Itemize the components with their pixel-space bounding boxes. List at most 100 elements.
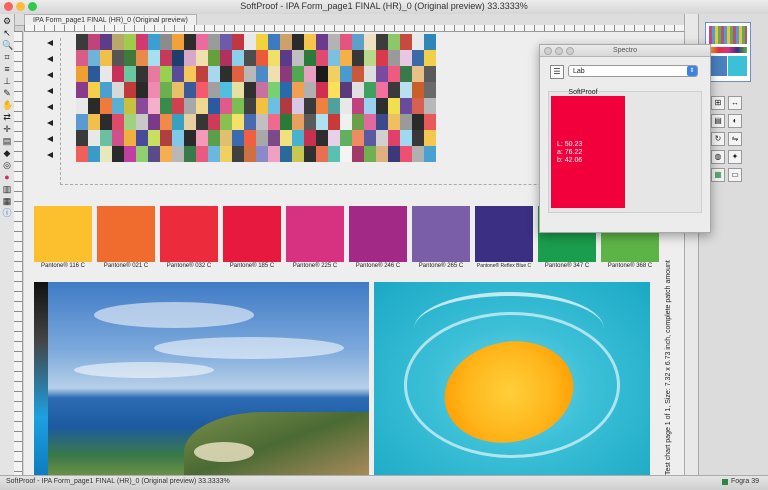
horizontal-ruler[interactable] — [24, 25, 684, 32]
color-mode-select[interactable]: Lab ⇕ — [568, 65, 698, 77]
color-patch — [352, 82, 364, 98]
color-patch — [88, 146, 100, 162]
color-patch — [328, 50, 340, 66]
color-patch — [376, 98, 388, 114]
green-grid-icon[interactable]: ▦ — [711, 168, 725, 182]
page-tool-icon[interactable]: ▤ — [2, 136, 12, 146]
profile-indicator[interactable]: Fogra 39 — [722, 478, 759, 485]
color-patch — [244, 98, 256, 114]
test-chart-text: Test chart page 1 of 1, Size: 7.32 x 6.7… — [665, 260, 672, 475]
color-patch — [376, 50, 388, 66]
color-patch — [196, 82, 208, 98]
move-tool-icon[interactable]: ✛ — [2, 124, 12, 134]
color-patch — [256, 146, 268, 162]
color-patch — [220, 114, 232, 130]
color-wheel-icon[interactable]: ● — [2, 172, 12, 182]
info-icon[interactable]: ⓘ — [2, 208, 12, 218]
transform-tool-icon[interactable]: ⇄ — [2, 112, 12, 122]
target-tool-icon[interactable]: ◎ — [2, 160, 12, 170]
color-patch — [112, 50, 124, 66]
list-view-button[interactable]: ☰ — [550, 65, 564, 79]
pantone-swatch: Pantone® 185 C — [223, 206, 281, 274]
chevron-updown-icon: ⇕ — [687, 66, 697, 76]
measure-tool-icon[interactable]: ⊥ — [2, 76, 12, 86]
row-marker-icon — [47, 136, 53, 142]
color-patch — [232, 130, 244, 146]
settings-icon[interactable]: ⚙ — [2, 16, 12, 26]
page-thumbnail[interactable] — [705, 22, 751, 82]
spectro-maximize-button[interactable] — [566, 47, 574, 55]
color-patch — [304, 146, 316, 162]
color-patch — [400, 146, 412, 162]
color-patch — [76, 114, 88, 130]
palette-icon[interactable]: ◐ — [728, 114, 742, 128]
settings-small-icon[interactable]: ✦ — [728, 150, 742, 164]
window-icon[interactable]: ▭ — [728, 168, 742, 182]
grid-icon[interactable]: ⊞ — [711, 96, 725, 110]
arrow-tool-icon[interactable]: ↖ — [2, 28, 12, 38]
pantone-color — [475, 206, 533, 262]
bucket-tool-icon[interactable]: ◆ — [2, 148, 12, 158]
color-patch — [232, 66, 244, 82]
color-patch — [292, 114, 304, 130]
crop-tool-icon[interactable]: ⌗ — [2, 52, 12, 62]
color-patch — [340, 82, 352, 98]
color-patch — [388, 82, 400, 98]
list-tool-icon[interactable]: ≡ — [2, 64, 12, 74]
color-patch — [268, 50, 280, 66]
pantone-label: Pantone® 265 C — [418, 263, 464, 269]
color-patch — [400, 114, 412, 130]
chart-icon[interactable]: ▦ — [2, 196, 12, 206]
booklet-icon[interactable]: ▥ — [2, 184, 12, 194]
color-patch — [352, 98, 364, 114]
color-patch — [244, 82, 256, 98]
pantone-swatch: Pantone® 116 C — [34, 206, 92, 274]
spectro-titlebar[interactable]: Spectro — [540, 45, 710, 57]
color-patch — [268, 34, 280, 50]
color-patch — [364, 146, 376, 162]
color-patch — [340, 114, 352, 130]
color-patch — [304, 98, 316, 114]
color-patch — [100, 82, 112, 98]
color-patch — [160, 130, 172, 146]
globe-icon[interactable]: ◍ — [711, 150, 725, 164]
color-patch — [400, 34, 412, 50]
window-titlebar[interactable]: SoftProof - IPA Form_page1 FINAL (HR)_0 … — [0, 0, 768, 15]
color-patch — [280, 50, 292, 66]
zoom-tool-icon[interactable]: 🔍 — [2, 40, 13, 50]
color-patch — [196, 50, 208, 66]
color-patch — [256, 82, 268, 98]
color-patch — [196, 114, 208, 130]
color-patch — [208, 82, 220, 98]
spectro-minimize-button[interactable] — [555, 47, 563, 55]
vertical-ruler[interactable] — [14, 31, 23, 475]
color-patch — [208, 146, 220, 162]
dropper-tool-icon[interactable]: ✎ — [2, 88, 12, 98]
spectro-window[interactable]: Spectro ☰ Lab ⇕ SoftProof L: 50.23 a: 76… — [539, 44, 711, 233]
color-patch — [76, 50, 88, 66]
status-text: SoftProof - IPA Form_page1 FINAL (HR)_0 … — [6, 478, 230, 485]
color-patch — [412, 130, 424, 146]
color-patch — [412, 146, 424, 162]
rotate-icon[interactable]: ↻ — [711, 132, 725, 146]
color-patch — [76, 98, 88, 114]
color-patch — [232, 34, 244, 50]
color-patch — [208, 50, 220, 66]
layers-icon[interactable]: ▤ — [711, 114, 725, 128]
color-patch — [388, 146, 400, 162]
hand-tool-icon[interactable]: ✋ — [2, 100, 13, 110]
color-patch — [136, 66, 148, 82]
color-patch — [244, 34, 256, 50]
spectro-close-button[interactable] — [544, 47, 552, 55]
color-patch — [100, 146, 112, 162]
color-patch — [208, 34, 220, 50]
color-patch — [304, 66, 316, 82]
color-patch — [280, 66, 292, 82]
flip-icon[interactable]: ⇋ — [728, 132, 742, 146]
row-marker-icon — [47, 72, 53, 78]
pantone-label: Pantone® 116 C — [40, 263, 85, 269]
fit-width-icon[interactable]: ↔ — [728, 96, 742, 110]
row-marker-icon — [47, 56, 53, 62]
color-patch — [160, 66, 172, 82]
color-patch — [184, 34, 196, 50]
